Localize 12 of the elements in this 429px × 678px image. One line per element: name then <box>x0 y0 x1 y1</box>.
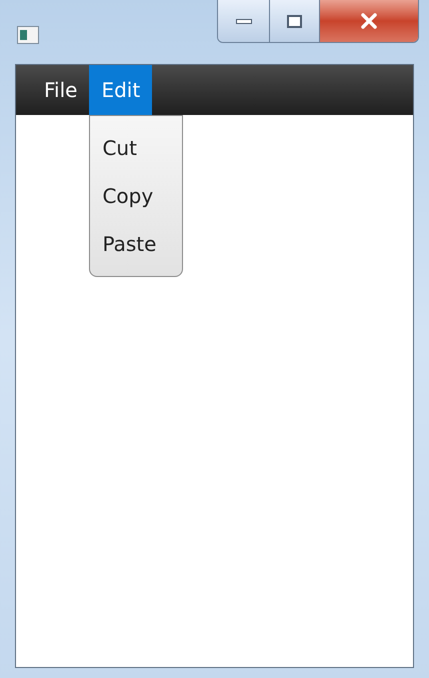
close-icon <box>360 13 378 29</box>
close-button[interactable] <box>320 0 418 42</box>
dropdown-item[interactable]: Cut <box>90 124 182 172</box>
menu-item[interactable]: File <box>32 65 90 115</box>
dropdown-item[interactable]: Copy <box>90 172 182 220</box>
menu-item[interactable]: Edit <box>89 65 152 115</box>
minimize-icon <box>236 18 252 24</box>
dropdown-item[interactable]: Paste <box>90 220 182 268</box>
app-icon <box>17 26 39 44</box>
maximize-button[interactable] <box>270 0 320 42</box>
minimize-button[interactable] <box>218 0 270 42</box>
maximize-icon <box>287 14 302 28</box>
